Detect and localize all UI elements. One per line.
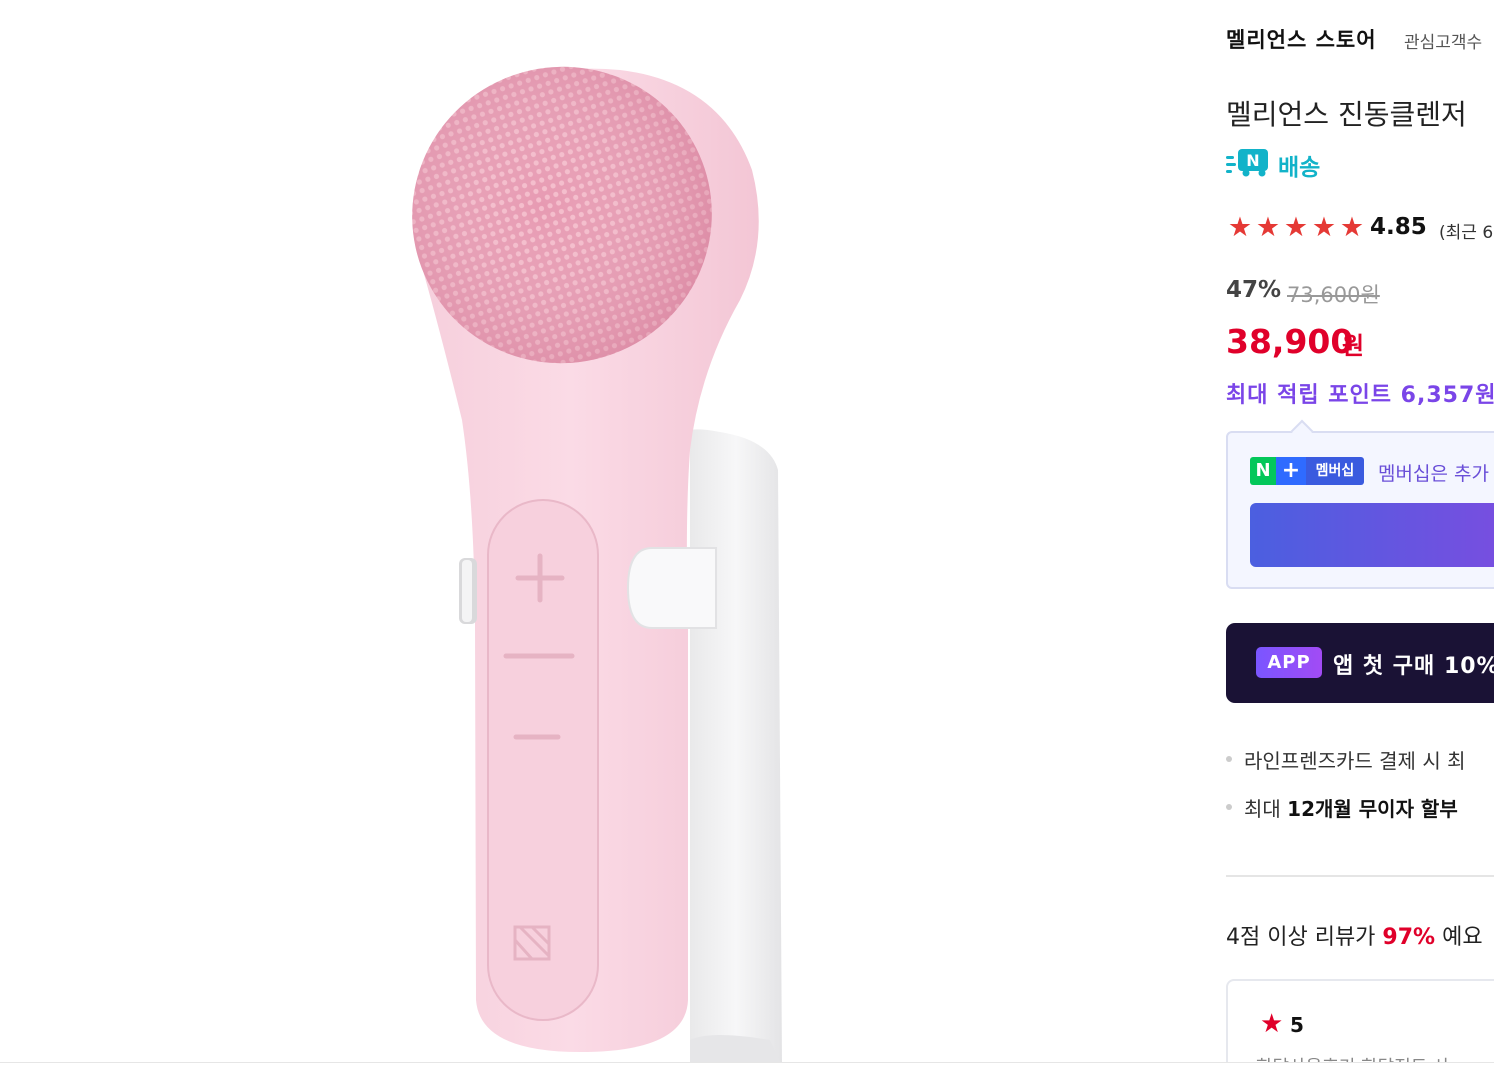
membership-text: 멤버십은 추가 <box>1378 463 1489 485</box>
star-icon: ★ <box>1283 212 1309 243</box>
app-badge: APP <box>1256 647 1322 678</box>
review-card[interactable]: ★ 5 한달사용후기 한달전도 사 <box>1226 979 1494 1062</box>
sale-price: 38,900 <box>1226 322 1354 361</box>
membership-promo: N + 멤버십 멤버십은 추가 <box>1226 431 1494 589</box>
bullet-icon <box>1226 756 1232 762</box>
product-info-panel: 멜리언스 스토어 관심고객수 멜리언스 진동클렌저 N 배송 ★ ★ ★ ★ ★ 4.8… <box>1226 0 1494 1062</box>
list-item[interactable]: 최대 12개월 무이자 할부 <box>1226 788 1494 836</box>
naver-n-icon: N <box>1250 457 1276 485</box>
star-icon: ★ <box>1260 1009 1284 1039</box>
product-image[interactable] <box>0 0 1180 1062</box>
star-icon: ★ <box>1227 212 1253 243</box>
review-snippet: 한달사용후기 한달전도 사 <box>1256 1053 1450 1062</box>
review-score: 5 <box>1290 1013 1304 1037</box>
benefit-highlight: 12개월 무이자 할부 <box>1287 797 1458 821</box>
star-icon: ★ <box>1255 212 1281 243</box>
original-price: 73,600원 <box>1287 283 1380 307</box>
rating-note: (최근 6 <box>1439 223 1494 243</box>
store-follower-count: 관심고객수 <box>1404 33 1483 53</box>
list-item[interactable]: 라인프렌즈카드 결제 시 최 <box>1226 740 1494 788</box>
membership-badge-label: 멤버십 <box>1306 457 1364 485</box>
plus-icon: + <box>1276 457 1306 485</box>
app-banner-text: 앱 첫 구매 10% <box>1333 654 1494 679</box>
membership-join-button[interactable] <box>1250 503 1494 567</box>
review-summary-prefix: 4점 이상 리뷰가 <box>1226 925 1383 950</box>
store-name-link[interactable]: 멜리언스 스토어 <box>1226 24 1377 54</box>
divider <box>1226 875 1494 877</box>
product-title: 멜리언스 진동클렌저 <box>1226 98 1467 131</box>
discount-rate: 47% <box>1226 277 1282 303</box>
bullet-icon <box>1226 804 1232 810</box>
n-badge-letter: N <box>1246 151 1259 170</box>
benefit-text: 최대 12개월 무이자 할부 <box>1244 793 1458 822</box>
star-icon: ★ <box>1311 212 1337 243</box>
benefit-list: 라인프렌즈카드 결제 시 최 최대 12개월 무이자 할부 <box>1226 740 1494 836</box>
review-summary-suffix: 예요 <box>1435 925 1483 950</box>
naver-plus-membership-badge: N + 멤버십 <box>1250 457 1364 485</box>
facial-cleanser-illustration <box>412 66 782 1062</box>
delivery-label: 배송 <box>1278 155 1321 181</box>
benefit-prefix: 최대 <box>1244 797 1288 821</box>
star-icon: ★ <box>1339 212 1365 243</box>
max-points[interactable]: 최대 적립 포인트 6,357원 <box>1226 377 1494 409</box>
app-first-purchase-banner[interactable]: APP 앱 첫 구매 10% <box>1226 623 1494 703</box>
rating-stars: ★ ★ ★ ★ ★ <box>1226 213 1366 243</box>
review-summary-percent: 97% <box>1382 925 1436 950</box>
review-summary: 4점 이상 리뷰가 97% 예요 <box>1226 919 1483 951</box>
sale-price-unit: 원 <box>1342 332 1365 360</box>
benefit-text: 라인프렌즈카드 결제 시 최 <box>1244 749 1466 773</box>
rating-value: 4.85 <box>1370 214 1427 240</box>
page-bottom-strip <box>0 1063 1494 1077</box>
n-delivery-truck-icon: N <box>1238 149 1268 177</box>
